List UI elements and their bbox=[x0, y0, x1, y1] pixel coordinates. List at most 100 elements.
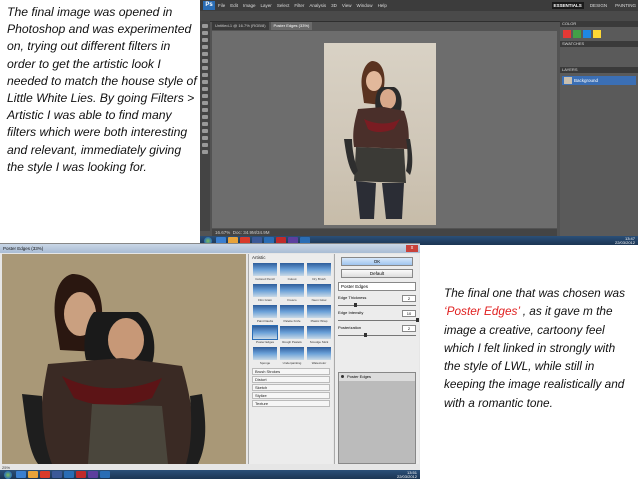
filter-thumbnail[interactable]: Neon Glow bbox=[307, 284, 331, 302]
filter-settings-panel: OK Default Poster Edges Edge Thickness 2 … bbox=[334, 254, 419, 464]
photoshop-logo: Ps bbox=[203, 1, 215, 10]
slider-label: Edge Intensity bbox=[338, 310, 364, 315]
category-texture[interactable]: Texture bbox=[252, 400, 330, 407]
shape-tool-icon[interactable] bbox=[202, 136, 208, 140]
category-distort[interactable]: Distort bbox=[252, 376, 330, 383]
lasso-tool-icon[interactable] bbox=[202, 38, 208, 42]
menu-layer[interactable]: Layer bbox=[261, 3, 272, 8]
edge-intensity-value[interactable]: 10 bbox=[402, 310, 416, 317]
filter-thumbnail[interactable]: Colored Pencil bbox=[253, 263, 277, 281]
close-button[interactable]: x bbox=[406, 245, 418, 252]
menu-edit[interactable]: Edit bbox=[230, 3, 238, 8]
history-brush-tool-icon[interactable] bbox=[202, 87, 208, 91]
filter-select[interactable]: Poster Edges bbox=[338, 282, 416, 291]
filter-thumbnail-selected[interactable]: Poster Edges bbox=[252, 325, 278, 344]
taskbar-app-icon[interactable] bbox=[64, 471, 74, 478]
type-tool-icon[interactable] bbox=[202, 122, 208, 126]
category-stylize[interactable]: Stylize bbox=[252, 392, 330, 399]
category-brush-strokes[interactable]: Brush Strokes bbox=[252, 368, 330, 375]
document-canvas[interactable] bbox=[212, 31, 557, 228]
menu-select[interactable]: Select bbox=[277, 3, 290, 8]
filter-thumbnail[interactable]: Palette Knife bbox=[280, 305, 304, 323]
taskbar-app-icon[interactable] bbox=[100, 471, 110, 478]
slider-thumb[interactable] bbox=[353, 303, 357, 307]
posterization-value[interactable]: 2 bbox=[402, 325, 416, 332]
filter-thumbnail[interactable]: Sponge bbox=[253, 347, 277, 365]
effect-layer[interactable]: Poster Edges bbox=[339, 373, 415, 381]
menu-window[interactable]: Window bbox=[357, 3, 373, 8]
layer-row-background[interactable]: Background bbox=[562, 76, 636, 85]
swatch[interactable] bbox=[593, 30, 601, 38]
thumbnail-label: Film Grain bbox=[258, 298, 272, 302]
filter-preview[interactable] bbox=[2, 254, 246, 464]
edge-thickness-slider[interactable] bbox=[338, 303, 416, 307]
swatch[interactable] bbox=[583, 30, 591, 38]
workspace-design[interactable]: DESIGN bbox=[588, 2, 609, 9]
thumbnail-label: Palette Knife bbox=[283, 319, 301, 323]
swatch[interactable] bbox=[573, 30, 581, 38]
edge-thickness-row: Edge Thickness 2 bbox=[338, 295, 416, 302]
eyedropper-tool-icon[interactable] bbox=[202, 59, 208, 63]
filter-thumbnail[interactable]: Rough Pastels bbox=[280, 326, 304, 344]
slider-thumb[interactable] bbox=[416, 318, 419, 322]
swatch[interactable] bbox=[563, 30, 571, 38]
magic-wand-tool-icon[interactable] bbox=[202, 45, 208, 49]
gradient-tool-icon[interactable] bbox=[202, 101, 208, 105]
slider-thumb[interactable] bbox=[364, 333, 367, 337]
taskbar-app-icon[interactable] bbox=[88, 471, 98, 478]
taskbar-app-icon[interactable] bbox=[40, 471, 50, 478]
dodge-tool-icon[interactable] bbox=[202, 108, 208, 112]
eye-icon[interactable] bbox=[341, 375, 344, 378]
thumbnail-label: Fresco bbox=[287, 298, 297, 302]
edge-thickness-value[interactable]: 2 bbox=[402, 295, 416, 302]
zoom-tool-icon[interactable] bbox=[202, 150, 208, 154]
menu-help[interactable]: Help bbox=[378, 3, 387, 8]
filter-thumbnail[interactable]: Underpainting bbox=[280, 347, 304, 365]
thumbnail-label: Rough Pastels bbox=[282, 340, 302, 344]
crop-tool-icon[interactable] bbox=[202, 52, 208, 56]
artistic-folder[interactable]: Artistic bbox=[249, 254, 333, 261]
document-tab-active[interactable]: Poster Edges (33%) bbox=[270, 22, 313, 30]
photoshop-screenshot: Ps File Edit Image Layer Select Filter A… bbox=[200, 0, 638, 245]
healing-tool-icon[interactable] bbox=[202, 66, 208, 70]
eraser-tool-icon[interactable] bbox=[202, 94, 208, 98]
menu-image[interactable]: Image bbox=[243, 3, 256, 8]
ok-button[interactable]: OK bbox=[341, 257, 413, 266]
caption-highlight: ‘Poster Edges’ bbox=[444, 304, 520, 319]
brush-tool-icon[interactable] bbox=[202, 73, 208, 77]
workspace-essentials[interactable]: ESSENTIALS bbox=[551, 2, 584, 9]
workspace-painting[interactable]: PAINTING bbox=[613, 2, 638, 9]
filter-thumbnail[interactable]: Fresco bbox=[280, 284, 304, 302]
filter-thumbnail[interactable]: Cutout bbox=[280, 263, 304, 281]
menu-view[interactable]: View bbox=[342, 3, 352, 8]
filter-thumbnail[interactable]: Watercolor bbox=[307, 347, 331, 365]
taskbar-app-icon[interactable] bbox=[52, 471, 62, 478]
taskbar-app-icon[interactable] bbox=[28, 471, 38, 478]
default-button[interactable]: Default bbox=[341, 269, 413, 278]
pen-tool-icon[interactable] bbox=[202, 115, 208, 119]
marquee-tool-icon[interactable] bbox=[202, 31, 208, 35]
edge-intensity-slider[interactable] bbox=[338, 318, 419, 322]
thumbnail-label: Cutout bbox=[287, 277, 297, 281]
document-tab[interactable]: Untitled-1 @ 16.7% (RGB/8) bbox=[212, 22, 269, 30]
menu-3d[interactable]: 3D bbox=[331, 3, 337, 8]
posterization-slider[interactable] bbox=[338, 333, 416, 337]
category-sketch[interactable]: Sketch bbox=[252, 384, 330, 391]
filter-thumbnail[interactable]: Smudge Stick bbox=[307, 326, 331, 344]
menu-filter[interactable]: Filter bbox=[294, 3, 304, 8]
layers-panel-header[interactable]: LAYERS bbox=[560, 67, 638, 73]
filter-thumbnail[interactable]: Film Grain bbox=[253, 284, 277, 302]
filter-thumbnail[interactable]: Paint Daubs bbox=[253, 305, 277, 323]
filter-thumbnail[interactable]: Dry Brush bbox=[307, 263, 331, 281]
couple-photo bbox=[324, 43, 436, 225]
filter-thumbnail[interactable]: Plastic Wrap bbox=[307, 305, 331, 323]
menu-analysis[interactable]: Analysis bbox=[309, 3, 326, 8]
path-selection-tool-icon[interactable] bbox=[202, 129, 208, 133]
menu-file[interactable]: File bbox=[218, 3, 225, 8]
start-button-icon[interactable] bbox=[4, 470, 12, 479]
hand-tool-icon[interactable] bbox=[202, 143, 208, 147]
move-tool-icon[interactable] bbox=[202, 24, 208, 28]
taskbar-app-icon[interactable] bbox=[16, 471, 26, 478]
taskbar-app-icon[interactable] bbox=[76, 471, 86, 478]
clone-stamp-tool-icon[interactable] bbox=[202, 80, 208, 84]
